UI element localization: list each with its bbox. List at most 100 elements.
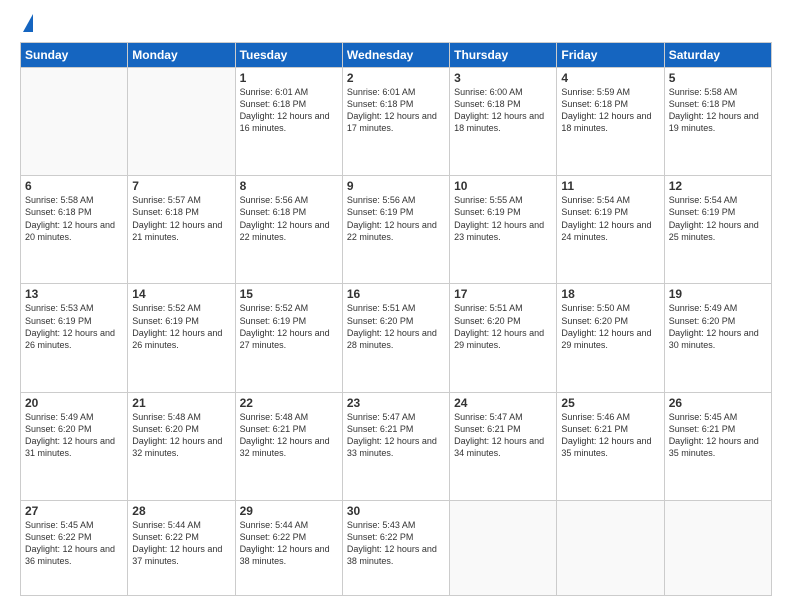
day-number: 21 (132, 396, 230, 410)
weekday-header-thursday: Thursday (450, 43, 557, 68)
calendar-week-5: 27Sunrise: 5:45 AM Sunset: 6:22 PM Dayli… (21, 500, 772, 595)
day-number: 29 (240, 504, 338, 518)
day-info: Sunrise: 5:51 AM Sunset: 6:20 PM Dayligh… (454, 302, 552, 351)
calendar-cell (450, 500, 557, 595)
calendar-cell: 1Sunrise: 6:01 AM Sunset: 6:18 PM Daylig… (235, 68, 342, 176)
day-number: 20 (25, 396, 123, 410)
calendar-cell: 4Sunrise: 5:59 AM Sunset: 6:18 PM Daylig… (557, 68, 664, 176)
weekday-header-row: SundayMondayTuesdayWednesdayThursdayFrid… (21, 43, 772, 68)
weekday-header-friday: Friday (557, 43, 664, 68)
day-info: Sunrise: 5:44 AM Sunset: 6:22 PM Dayligh… (132, 519, 230, 568)
day-number: 18 (561, 287, 659, 301)
calendar-cell (664, 500, 771, 595)
day-info: Sunrise: 5:54 AM Sunset: 6:19 PM Dayligh… (669, 194, 767, 243)
calendar-cell: 29Sunrise: 5:44 AM Sunset: 6:22 PM Dayli… (235, 500, 342, 595)
header (20, 16, 772, 32)
day-number: 1 (240, 71, 338, 85)
day-number: 13 (25, 287, 123, 301)
day-info: Sunrise: 6:01 AM Sunset: 6:18 PM Dayligh… (240, 86, 338, 135)
weekday-header-wednesday: Wednesday (342, 43, 449, 68)
calendar-cell: 22Sunrise: 5:48 AM Sunset: 6:21 PM Dayli… (235, 392, 342, 500)
day-info: Sunrise: 5:56 AM Sunset: 6:19 PM Dayligh… (347, 194, 445, 243)
day-number: 7 (132, 179, 230, 193)
day-info: Sunrise: 5:52 AM Sunset: 6:19 PM Dayligh… (132, 302, 230, 351)
calendar-cell: 8Sunrise: 5:56 AM Sunset: 6:18 PM Daylig… (235, 176, 342, 284)
calendar-cell: 28Sunrise: 5:44 AM Sunset: 6:22 PM Dayli… (128, 500, 235, 595)
day-info: Sunrise: 5:57 AM Sunset: 6:18 PM Dayligh… (132, 194, 230, 243)
calendar-cell: 9Sunrise: 5:56 AM Sunset: 6:19 PM Daylig… (342, 176, 449, 284)
calendar-cell: 21Sunrise: 5:48 AM Sunset: 6:20 PM Dayli… (128, 392, 235, 500)
calendar-cell: 25Sunrise: 5:46 AM Sunset: 6:21 PM Dayli… (557, 392, 664, 500)
calendar-cell: 30Sunrise: 5:43 AM Sunset: 6:22 PM Dayli… (342, 500, 449, 595)
day-info: Sunrise: 5:46 AM Sunset: 6:21 PM Dayligh… (561, 411, 659, 460)
weekday-header-saturday: Saturday (664, 43, 771, 68)
day-number: 2 (347, 71, 445, 85)
day-info: Sunrise: 5:51 AM Sunset: 6:20 PM Dayligh… (347, 302, 445, 351)
day-number: 6 (25, 179, 123, 193)
calendar-cell: 7Sunrise: 5:57 AM Sunset: 6:18 PM Daylig… (128, 176, 235, 284)
day-info: Sunrise: 5:54 AM Sunset: 6:19 PM Dayligh… (561, 194, 659, 243)
day-number: 19 (669, 287, 767, 301)
calendar-cell: 16Sunrise: 5:51 AM Sunset: 6:20 PM Dayli… (342, 284, 449, 392)
day-info: Sunrise: 5:47 AM Sunset: 6:21 PM Dayligh… (454, 411, 552, 460)
day-number: 8 (240, 179, 338, 193)
calendar-table: SundayMondayTuesdayWednesdayThursdayFrid… (20, 42, 772, 596)
day-info: Sunrise: 5:47 AM Sunset: 6:21 PM Dayligh… (347, 411, 445, 460)
day-info: Sunrise: 5:45 AM Sunset: 6:21 PM Dayligh… (669, 411, 767, 460)
calendar-cell: 13Sunrise: 5:53 AM Sunset: 6:19 PM Dayli… (21, 284, 128, 392)
logo (20, 16, 33, 32)
day-number: 9 (347, 179, 445, 193)
day-info: Sunrise: 5:49 AM Sunset: 6:20 PM Dayligh… (25, 411, 123, 460)
calendar-cell: 24Sunrise: 5:47 AM Sunset: 6:21 PM Dayli… (450, 392, 557, 500)
calendar-cell: 3Sunrise: 6:00 AM Sunset: 6:18 PM Daylig… (450, 68, 557, 176)
weekday-header-tuesday: Tuesday (235, 43, 342, 68)
calendar-week-2: 6Sunrise: 5:58 AM Sunset: 6:18 PM Daylig… (21, 176, 772, 284)
day-number: 28 (132, 504, 230, 518)
calendar-cell: 15Sunrise: 5:52 AM Sunset: 6:19 PM Dayli… (235, 284, 342, 392)
weekday-header-sunday: Sunday (21, 43, 128, 68)
day-number: 30 (347, 504, 445, 518)
day-number: 12 (669, 179, 767, 193)
day-info: Sunrise: 5:48 AM Sunset: 6:20 PM Dayligh… (132, 411, 230, 460)
logo-icon (23, 14, 33, 32)
day-info: Sunrise: 5:50 AM Sunset: 6:20 PM Dayligh… (561, 302, 659, 351)
calendar-cell: 12Sunrise: 5:54 AM Sunset: 6:19 PM Dayli… (664, 176, 771, 284)
day-number: 10 (454, 179, 552, 193)
day-number: 15 (240, 287, 338, 301)
day-info: Sunrise: 5:49 AM Sunset: 6:20 PM Dayligh… (669, 302, 767, 351)
calendar-cell: 14Sunrise: 5:52 AM Sunset: 6:19 PM Dayli… (128, 284, 235, 392)
calendar-cell (128, 68, 235, 176)
calendar-cell: 26Sunrise: 5:45 AM Sunset: 6:21 PM Dayli… (664, 392, 771, 500)
calendar-cell (21, 68, 128, 176)
day-info: Sunrise: 5:44 AM Sunset: 6:22 PM Dayligh… (240, 519, 338, 568)
weekday-header-monday: Monday (128, 43, 235, 68)
calendar-cell: 20Sunrise: 5:49 AM Sunset: 6:20 PM Dayli… (21, 392, 128, 500)
calendar-cell: 11Sunrise: 5:54 AM Sunset: 6:19 PM Dayli… (557, 176, 664, 284)
day-info: Sunrise: 5:43 AM Sunset: 6:22 PM Dayligh… (347, 519, 445, 568)
day-info: Sunrise: 5:59 AM Sunset: 6:18 PM Dayligh… (561, 86, 659, 135)
day-info: Sunrise: 5:56 AM Sunset: 6:18 PM Dayligh… (240, 194, 338, 243)
day-info: Sunrise: 6:00 AM Sunset: 6:18 PM Dayligh… (454, 86, 552, 135)
day-number: 17 (454, 287, 552, 301)
calendar-cell: 17Sunrise: 5:51 AM Sunset: 6:20 PM Dayli… (450, 284, 557, 392)
calendar-cell: 18Sunrise: 5:50 AM Sunset: 6:20 PM Dayli… (557, 284, 664, 392)
day-number: 25 (561, 396, 659, 410)
day-number: 3 (454, 71, 552, 85)
day-info: Sunrise: 5:48 AM Sunset: 6:21 PM Dayligh… (240, 411, 338, 460)
page: SundayMondayTuesdayWednesdayThursdayFrid… (0, 0, 792, 612)
day-info: Sunrise: 5:55 AM Sunset: 6:19 PM Dayligh… (454, 194, 552, 243)
calendar-week-4: 20Sunrise: 5:49 AM Sunset: 6:20 PM Dayli… (21, 392, 772, 500)
day-number: 27 (25, 504, 123, 518)
day-number: 23 (347, 396, 445, 410)
calendar-cell: 6Sunrise: 5:58 AM Sunset: 6:18 PM Daylig… (21, 176, 128, 284)
calendar-week-3: 13Sunrise: 5:53 AM Sunset: 6:19 PM Dayli… (21, 284, 772, 392)
calendar-cell: 19Sunrise: 5:49 AM Sunset: 6:20 PM Dayli… (664, 284, 771, 392)
day-number: 24 (454, 396, 552, 410)
calendar-cell: 27Sunrise: 5:45 AM Sunset: 6:22 PM Dayli… (21, 500, 128, 595)
calendar-cell: 23Sunrise: 5:47 AM Sunset: 6:21 PM Dayli… (342, 392, 449, 500)
day-number: 22 (240, 396, 338, 410)
day-number: 5 (669, 71, 767, 85)
calendar-cell: 10Sunrise: 5:55 AM Sunset: 6:19 PM Dayli… (450, 176, 557, 284)
day-info: Sunrise: 5:52 AM Sunset: 6:19 PM Dayligh… (240, 302, 338, 351)
day-number: 14 (132, 287, 230, 301)
